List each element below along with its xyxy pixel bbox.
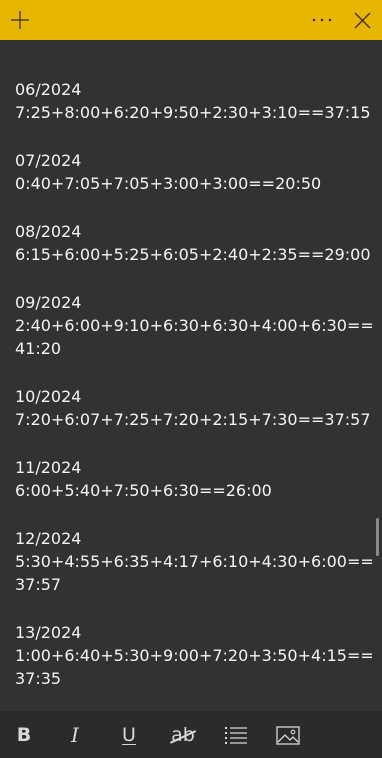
note-text[interactable]: 06/2024 7:25+8:00+6:20+9:50+2:30+3:10==37… [15, 78, 372, 708]
add-note-button[interactable] [0, 0, 40, 40]
image-icon [276, 725, 300, 745]
strikethrough-icon: ab [171, 724, 195, 746]
scrollbar[interactable] [374, 40, 382, 708]
bold-icon: B [16, 724, 32, 746]
entry-line: 1:00+6:40+5:30+9:00+7:20+3:50+4:15== [15, 646, 372, 665]
note-entry: 10/2024 7:20+6:07+7:25+7:20+2:15+7:30==37… [15, 385, 371, 431]
entry-line: 5:30+4:55+6:35+4:17+6:10+4:30+6:00== [15, 552, 372, 571]
insert-image-button[interactable] [271, 718, 305, 752]
ellipsis-icon [312, 18, 332, 22]
entry-title: 13/2024 [15, 623, 82, 642]
formatting-toolbar: B I U ab [0, 709, 382, 758]
entry-line: 0:40+7:05+7:05+3:00+3:00==20:50 [15, 174, 322, 193]
entry-line: 7:20+6:07+7:25+7:20+2:15+7:30==37:57 [15, 410, 371, 429]
entry-title: 10/2024 [15, 387, 82, 406]
entry-title: 12/2024 [15, 529, 82, 548]
plus-icon [11, 11, 29, 29]
bullet-list-icon [225, 727, 247, 744]
entry-title: 11/2024 [15, 458, 82, 477]
entry-title: 09/2024 [15, 293, 82, 312]
more-options-button[interactable] [302, 0, 342, 40]
close-button[interactable] [342, 0, 382, 40]
note-entry: 11/2024 6:00+5:40+7:50+6:30==26:00 [15, 456, 355, 502]
note-entry: 06/2024 7:25+8:00+6:20+9:50+2:30+3:10==37… [15, 78, 371, 124]
entry-title: 06/2024 [15, 80, 82, 99]
entry-line: 2:40+6:00+9:10+6:30+6:30+4:00+6:30== [15, 316, 372, 335]
underline-icon: U [122, 724, 136, 746]
note-entry: 08/2024 6:15+6:00+5:25+6:05+2:40+2:35==29… [15, 220, 371, 266]
italic-icon: I [71, 723, 79, 747]
entry-line: 37:35 [15, 669, 62, 688]
italic-button[interactable]: I [58, 718, 92, 752]
note-entry: 13/2024 1:00+6:40+5:30+9:00+7:20+3:50+4:1… [15, 621, 372, 690]
bullet-list-button[interactable] [219, 718, 253, 752]
title-bar [0, 0, 382, 40]
entry-line: 37:57 [15, 575, 62, 594]
note-entry: 07/2024 0:40+7:05+7:05+3:00+3:00==20:50 [15, 149, 355, 195]
underline-button[interactable]: U [112, 718, 146, 752]
entry-title: 08/2024 [15, 222, 82, 241]
entry-line: 7:25+8:00+6:20+9:50+2:30+3:10==37:15 [15, 103, 371, 122]
close-icon [354, 12, 370, 28]
scrollbar-thumb[interactable] [376, 518, 379, 556]
note-content-area[interactable]: 06/2024 7:25+8:00+6:20+9:50+2:30+3:10==37… [0, 40, 372, 708]
note-entry: 09/2024 2:40+6:00+9:10+6:30+6:30+4:00+6:3… [15, 291, 372, 360]
entry-line: 6:00+5:40+7:50+6:30==26:00 [15, 481, 272, 500]
sticky-note-window: 06/2024 7:25+8:00+6:20+9:50+2:30+3:10==37… [0, 0, 382, 758]
entry-title: 07/2024 [15, 151, 82, 170]
entry-line: 6:15+6:00+5:25+6:05+2:40+2:35==29:00 [15, 245, 371, 264]
bold-button[interactable]: B [7, 718, 41, 752]
entry-line: 41:20 [15, 339, 62, 358]
note-entry: 12/2024 5:30+4:55+6:35+4:17+6:10+4:30+6:0… [15, 527, 372, 596]
strikethrough-button[interactable]: ab [166, 718, 200, 752]
